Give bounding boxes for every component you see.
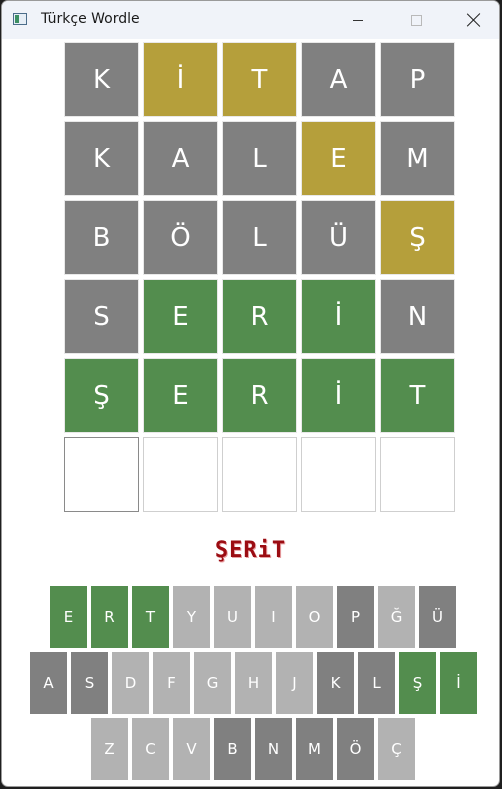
- tile-r2-c2: A: [143, 121, 218, 196]
- close-icon: [467, 13, 481, 27]
- key-H[interactable]: H: [235, 652, 272, 714]
- key-F[interactable]: F: [153, 652, 190, 714]
- key-Z[interactable]: Z: [91, 718, 128, 780]
- tile-r5-c1: Ş: [64, 358, 139, 433]
- key-T[interactable]: T: [132, 586, 169, 648]
- tile-r5-c5: T: [380, 358, 455, 433]
- minimize-icon: [353, 19, 363, 21]
- tile-r1-c1: K: [64, 42, 139, 117]
- key-O[interactable]: O: [296, 586, 333, 648]
- tile-r1-c2: İ: [143, 42, 218, 117]
- key-Ö[interactable]: Ö: [337, 718, 374, 780]
- key-K[interactable]: K: [317, 652, 354, 714]
- tile-r2-c3: L: [222, 121, 297, 196]
- key-J[interactable]: J: [276, 652, 313, 714]
- key-S[interactable]: S: [71, 652, 108, 714]
- tile-r6-c5: [380, 437, 455, 512]
- tile-r4-c2: E: [143, 279, 218, 354]
- tile-r4-c4: İ: [301, 279, 376, 354]
- wordle-app-icon: [13, 13, 27, 25]
- tile-r6-c2: [143, 437, 218, 512]
- key-P[interactable]: P: [337, 586, 374, 648]
- tile-r2-c1: K: [64, 121, 139, 196]
- tile-r1-c3: T: [222, 42, 297, 117]
- key-İ[interactable]: İ: [440, 652, 477, 714]
- tile-r3-c4: Ü: [301, 200, 376, 275]
- tile-r6-c4: [301, 437, 376, 512]
- tile-r2-c5: M: [380, 121, 455, 196]
- minimize-button[interactable]: [329, 1, 387, 39]
- key-Ş[interactable]: Ş: [399, 652, 436, 714]
- guess-board: KİTAPKALEMBÖLÜŞSERİNŞERİT: [64, 42, 455, 512]
- keyboard-row-3: ZCVBNMÖÇ: [91, 718, 415, 780]
- tile-r5-c3: R: [222, 358, 297, 433]
- tile-r5-c4: İ: [301, 358, 376, 433]
- maximize-icon: [410, 14, 422, 26]
- close-button[interactable]: [445, 1, 499, 39]
- keyboard-row-2: ASDFGHJKLŞİ: [30, 652, 477, 714]
- tile-r3-c1: B: [64, 200, 139, 275]
- tile-r4-c1: S: [64, 279, 139, 354]
- key-D[interactable]: D: [112, 652, 149, 714]
- tile-r5-c2: E: [143, 358, 218, 433]
- tile-r3-c5: Ş: [380, 200, 455, 275]
- key-A[interactable]: A: [30, 652, 67, 714]
- key-V[interactable]: V: [173, 718, 210, 780]
- key-B[interactable]: B: [214, 718, 251, 780]
- tile-r6-c3: [222, 437, 297, 512]
- tile-r2-c4: E: [301, 121, 376, 196]
- key-Ç[interactable]: Ç: [378, 718, 415, 780]
- tile-r1-c5: P: [380, 42, 455, 117]
- answer-word: ŞERiT: [214, 538, 287, 563]
- app-window: Türkçe Wordle KİTAPKALEMBÖLÜŞSERİNŞERİT …: [1, 0, 500, 787]
- title-bar[interactable]: Türkçe Wordle: [2, 1, 499, 39]
- tile-r6-c1: [64, 437, 139, 512]
- tile-r3-c2: Ö: [143, 200, 218, 275]
- tile-r4-c5: N: [380, 279, 455, 354]
- key-E[interactable]: E: [50, 586, 87, 648]
- tile-r3-c3: L: [222, 200, 297, 275]
- key-L[interactable]: L: [358, 652, 395, 714]
- key-Ü[interactable]: Ü: [419, 586, 456, 648]
- key-N[interactable]: N: [255, 718, 292, 780]
- key-Y[interactable]: Y: [173, 586, 210, 648]
- key-G[interactable]: G: [194, 652, 231, 714]
- tile-r1-c4: A: [301, 42, 376, 117]
- key-U[interactable]: U: [214, 586, 251, 648]
- maximize-button[interactable]: [387, 1, 445, 39]
- tile-r4-c3: R: [222, 279, 297, 354]
- keyboard-row-1: ERTYUIOPĞÜ: [50, 586, 456, 648]
- key-M[interactable]: M: [296, 718, 333, 780]
- key-Ğ[interactable]: Ğ: [378, 586, 415, 648]
- key-I[interactable]: I: [255, 586, 292, 648]
- key-R[interactable]: R: [91, 586, 128, 648]
- window-title: Türkçe Wordle: [41, 11, 140, 27]
- key-C[interactable]: C: [132, 718, 169, 780]
